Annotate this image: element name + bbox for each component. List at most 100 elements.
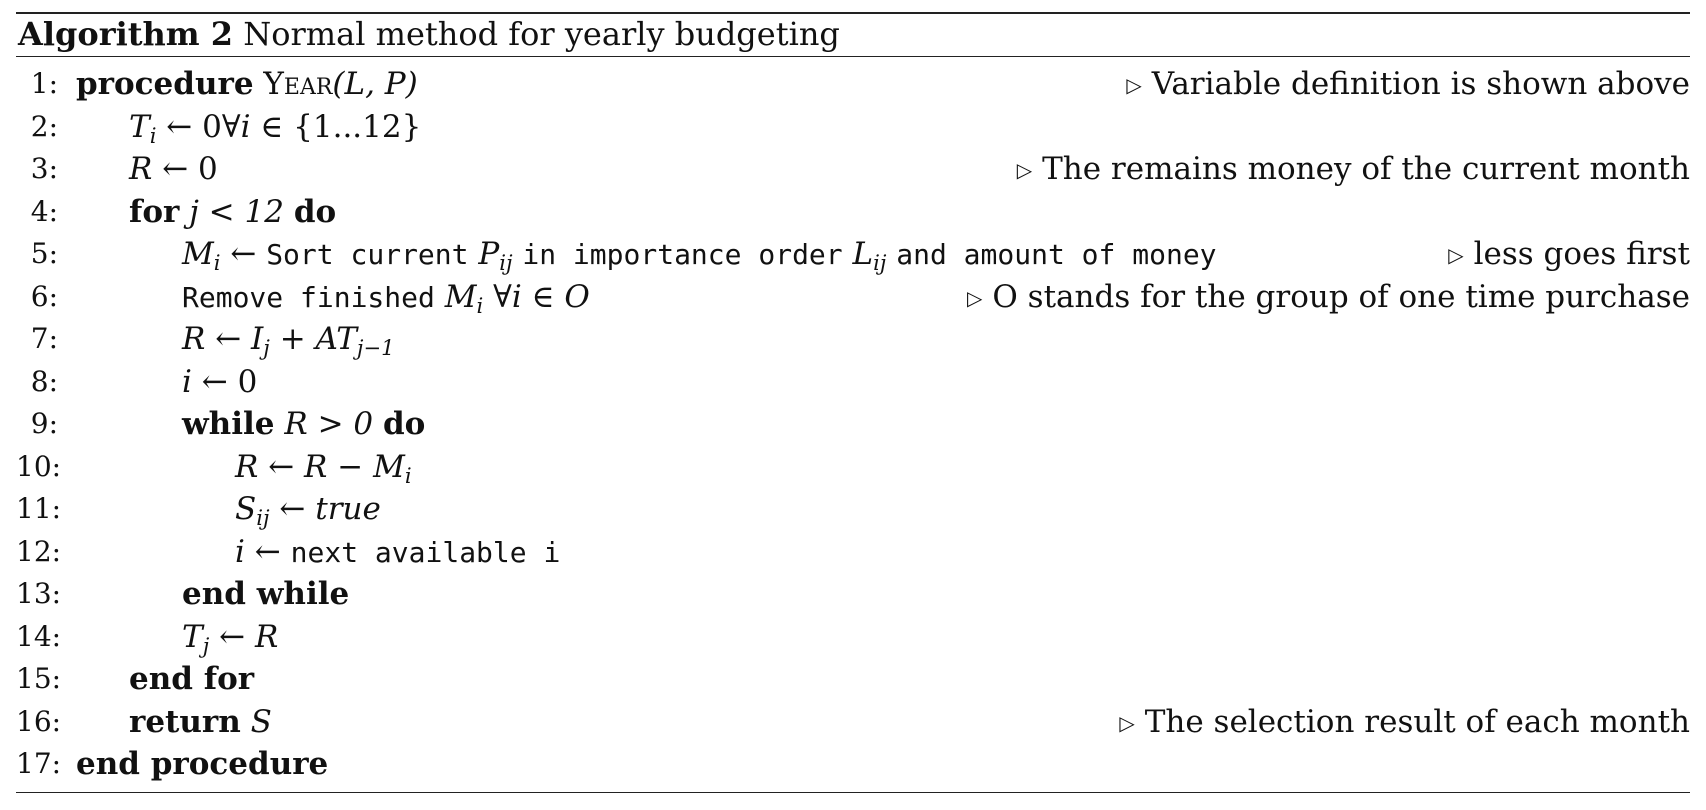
line-content: Mi ← Sort current Pij in importance orde… [182, 233, 1217, 277]
subscript: ij [499, 249, 513, 275]
line-number: 15: [16, 662, 62, 695]
subscript: ij [873, 249, 887, 275]
line-number: 9: [30, 407, 58, 440]
line-number: 10: [16, 449, 62, 483]
line-content: R ← Ij + ATj−1 [182, 318, 395, 361]
keyword: return [129, 703, 241, 740]
keyword: for [129, 193, 180, 230]
comment-triangle-icon: ▷ [1448, 243, 1464, 267]
keyword: while [182, 406, 275, 442]
var-R: R [129, 151, 153, 187]
line-number: 14: [16, 619, 62, 653]
subscript: ij [256, 504, 270, 530]
algorithm-line: 12: i ← next available i [16, 531, 1690, 574]
arrow: ← [215, 321, 242, 357]
line-number: 1: [30, 67, 58, 100]
var-R: R [182, 321, 206, 357]
code-text: Remove finished [182, 280, 435, 314]
line-number: 6: [30, 279, 58, 313]
line-number: 16: [16, 704, 62, 738]
line-comment: ▷ O stands for the group of one time purc… [967, 276, 1690, 320]
keyword: end procedure [76, 746, 329, 782]
line-number: 11: [16, 492, 62, 525]
code-text: in importance order [522, 238, 843, 271]
assign-zero: ← 0∀ [166, 108, 241, 145]
arrow: ← [230, 236, 257, 272]
subscript: i [149, 122, 157, 148]
loop-condition: R > 0 [284, 406, 374, 442]
comment-text: Variable definition is shown above [1151, 66, 1690, 102]
algorithm-line: 14: Tj ← R [16, 616, 1690, 659]
subscript: j [263, 334, 270, 360]
line-comment: ▷ Variable definition is shown above [1126, 63, 1690, 107]
loop-condition: j < 12 [189, 193, 284, 230]
comment-text: O stands for the group of one time purch… [992, 278, 1690, 315]
line-number: 17: [16, 747, 62, 780]
algorithm-line: 10: R ← R − Mi [16, 446, 1690, 489]
algorithm-line: 7: R ← Ij + ATj−1 [16, 318, 1690, 361]
assign-zero: ← 0 [162, 151, 218, 187]
line-content: i ← next available i [235, 531, 560, 575]
value-true: true [315, 491, 381, 527]
var-T: T [129, 108, 150, 145]
var-i: i [240, 108, 251, 145]
algorithm-line: 5: Mi ← Sort current Pij in importance o… [16, 233, 1690, 276]
line-content: return S [129, 701, 272, 744]
line-number: 7: [30, 322, 58, 355]
line-content: for j < 12 do [129, 191, 336, 234]
arrow: ← [254, 533, 281, 570]
line-content: Sij ← true [235, 488, 381, 531]
algorithm-line: 8: i ← 0 [16, 361, 1690, 404]
keyword: end while [182, 576, 350, 612]
forall: ∀ [493, 278, 512, 315]
set-range: ∈ {1...12} [260, 108, 422, 145]
comment-text: The remains money of the current month [1042, 151, 1690, 187]
keyword: procedure [76, 66, 254, 102]
plus: + [279, 321, 306, 357]
var-R: R [254, 618, 279, 655]
element-of: ∈ [531, 278, 555, 315]
algorithm-body: 1: procedure Year(L, P) ▷ Variable defini… [16, 57, 1690, 786]
var-P: P [478, 236, 500, 272]
line-number: 2: [30, 109, 58, 143]
line-content: R ← R − Mi [235, 446, 412, 489]
algorithm-line: 11: Sij ← true [16, 488, 1690, 531]
comment-triangle-icon: ▷ [1119, 710, 1135, 735]
var-S: S [235, 491, 257, 527]
algorithm-line: 1: procedure Year(L, P) ▷ Variable defini… [16, 63, 1690, 106]
line-content: Ti ← 0∀i ∈ {1...12} [129, 106, 421, 149]
line-number: 4: [30, 194, 58, 228]
line-comment: ▷ The selection result of each month [1119, 701, 1690, 745]
subscript: i [476, 292, 484, 318]
var-AT: AT [315, 321, 357, 357]
var-T: T [182, 618, 203, 655]
algorithm-block: Algorithm 2 Normal method for yearly bud… [16, 12, 1690, 793]
line-number: 12: [16, 534, 62, 568]
subscript: i [213, 249, 221, 275]
arrow: ← [268, 448, 295, 485]
procedure-name: Year [263, 66, 333, 102]
keyword: do [293, 193, 337, 230]
bottom-rule [16, 791, 1690, 793]
var-i: i [182, 363, 192, 400]
line-content: Tj ← R [182, 616, 278, 659]
line-number: 8: [30, 364, 58, 398]
line-content: end procedure [76, 743, 328, 786]
comment-triangle-icon: ▷ [1016, 158, 1033, 182]
code-text: Sort current [266, 238, 469, 271]
comment-text: The selection result of each month [1144, 703, 1690, 740]
caption-label: Algorithm 2 [18, 15, 234, 53]
arrow: ← [219, 618, 246, 655]
algorithm-line: 13: end while [16, 573, 1690, 616]
algorithm-line: 9: while R > 0 do [16, 403, 1690, 446]
algorithm-line: 2: Ti ← 0∀i ∈ {1...12} [16, 106, 1690, 149]
line-number: 3: [30, 152, 58, 185]
line-content: R ← 0 [129, 148, 218, 191]
arrow: ← [279, 491, 306, 527]
algorithm-line: 16: return S ▷ The selection result of ea… [16, 701, 1690, 744]
comment-triangle-icon: ▷ [967, 285, 983, 310]
line-content: procedure Year(L, P) [76, 63, 418, 106]
var-S: S [250, 703, 272, 740]
subscript: i [404, 462, 412, 488]
var-M: M [182, 236, 214, 272]
